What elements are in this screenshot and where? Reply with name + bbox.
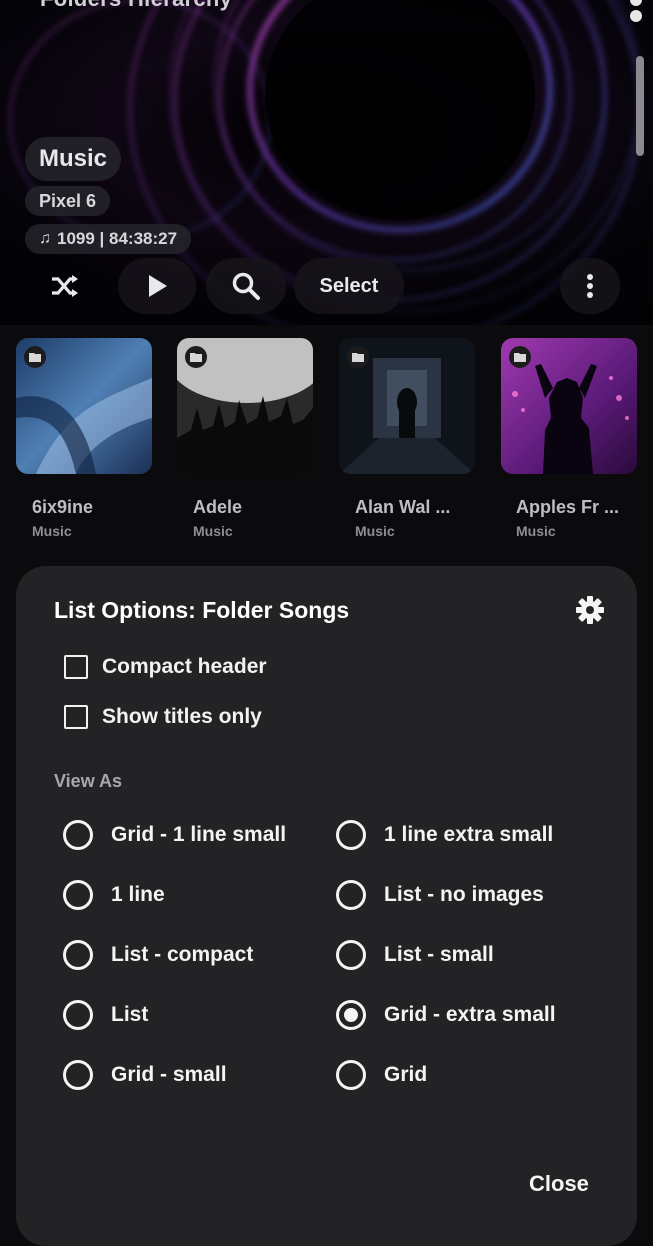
radio-button-selected[interactable]	[336, 1000, 366, 1030]
select-button[interactable]: Select	[294, 258, 404, 314]
track-stats-text: 1099 | 84:38:27	[57, 229, 178, 248]
top-bar-title: Folders Hierarchy	[40, 0, 232, 12]
radio-label: 1 line extra small	[384, 823, 554, 846]
radio-label: List - no images	[384, 883, 544, 906]
checkbox-label: Compact header	[102, 655, 267, 678]
close-button[interactable]: Close	[515, 1162, 603, 1206]
folder-name: Adele	[193, 497, 243, 517]
shuffle-button[interactable]	[36, 258, 94, 314]
overflow-menu-icon[interactable]	[630, 0, 644, 26]
scrollbar[interactable]	[636, 56, 644, 156]
folder-subtitle: Music	[516, 523, 556, 539]
view-option-1-line-extra-small[interactable]: 1 line extra small	[336, 817, 553, 853]
view-as-label: View As	[54, 771, 123, 791]
show-titles-only-checkbox[interactable]: Show titles only	[64, 702, 262, 732]
radio-selected-dot	[344, 1008, 358, 1022]
shuffle-icon	[52, 275, 78, 297]
folder-name: 6ix9ine	[32, 497, 94, 517]
compact-header-checkbox[interactable]: Compact header	[64, 652, 267, 682]
folder-card[interactable]	[16, 338, 152, 474]
view-option-list-no-images[interactable]: List - no images	[336, 877, 544, 913]
folder-title: Music	[25, 137, 122, 181]
radio-label: List - compact	[111, 943, 254, 966]
radio-button[interactable]	[63, 820, 93, 850]
folder-subtitle: Music	[355, 523, 395, 539]
more-vertical-icon	[587, 274, 593, 298]
folder-subtitle: Music	[32, 523, 72, 539]
play-button[interactable]	[118, 258, 196, 314]
radio-button[interactable]	[63, 940, 93, 970]
music-note-icon: ♫	[39, 230, 51, 247]
folder-name: Apples Fr ...	[516, 497, 620, 517]
settings-button[interactable]	[574, 594, 606, 626]
radio-button[interactable]	[336, 1060, 366, 1090]
radio-button[interactable]	[336, 940, 366, 970]
play-icon	[149, 275, 167, 297]
folder-card[interactable]	[501, 338, 637, 474]
folder-icon	[24, 346, 46, 368]
view-option-grid[interactable]: Grid	[336, 1057, 427, 1093]
radio-button[interactable]	[63, 880, 93, 910]
view-option-grid-extra-small[interactable]: Grid - extra small	[336, 997, 556, 1033]
folder-card[interactable]	[339, 338, 475, 474]
radio-label: List - small	[384, 943, 494, 966]
view-option-list-small[interactable]: List - small	[336, 937, 494, 973]
radio-button[interactable]	[336, 820, 366, 850]
folder-icon	[509, 346, 531, 368]
view-option-1-line[interactable]: 1 line	[63, 877, 165, 913]
radio-button[interactable]	[63, 1000, 93, 1030]
folder-name: Alan Wal ...	[355, 497, 451, 517]
sheet-title: List Options: Folder Songs	[54, 597, 350, 623]
search-icon	[232, 272, 260, 300]
folder-icon	[185, 346, 207, 368]
checkbox-label: Show titles only	[102, 705, 262, 728]
more-options-button[interactable]	[560, 258, 620, 314]
radio-label: List	[111, 1003, 149, 1026]
radio-label: 1 line	[111, 883, 165, 906]
view-option-list[interactable]: List	[63, 997, 148, 1033]
radio-label: Grid - 1 line small	[111, 823, 287, 846]
radio-button[interactable]	[336, 880, 366, 910]
radio-label: Grid - small	[111, 1063, 227, 1086]
view-option-list-compact[interactable]: List - compact	[63, 937, 253, 973]
checkbox-box[interactable]	[64, 705, 88, 729]
track-stats: ♫ 1099 | 84:38:27	[25, 224, 192, 254]
radio-label: Grid	[384, 1063, 428, 1086]
folder-icon	[347, 346, 369, 368]
folder-subtitle: Music	[193, 523, 233, 539]
view-option-grid-1-line-small[interactable]: Grid - 1 line small	[63, 817, 286, 853]
radio-button[interactable]	[63, 1060, 93, 1090]
view-option-grid-small[interactable]: Grid - small	[63, 1057, 227, 1093]
search-button[interactable]	[206, 258, 286, 314]
radio-label: Grid - extra small	[384, 1003, 556, 1026]
checkbox-box[interactable]	[64, 655, 88, 679]
folder-card[interactable]	[177, 338, 313, 474]
gear-icon	[576, 596, 604, 624]
device-name: Pixel 6	[25, 186, 111, 216]
